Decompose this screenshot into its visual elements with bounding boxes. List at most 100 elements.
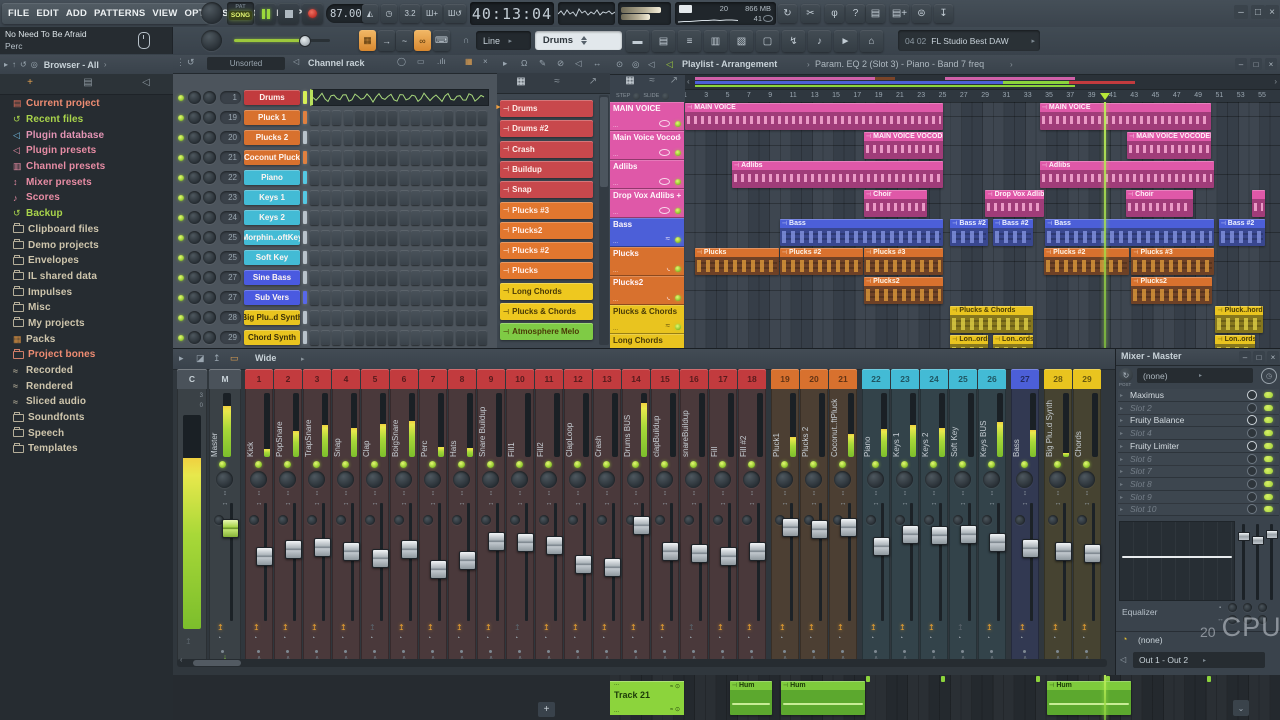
step-cell[interactable]: [478, 170, 487, 185]
strip-stereo-knob[interactable]: [307, 515, 317, 525]
step-cell[interactable]: [332, 150, 342, 165]
strip-clock-icon[interactable]: ◔: [340, 635, 344, 642]
strip-pan-knob[interactable]: [424, 471, 441, 488]
mixer-strip-21-coconut-ftpluck[interactable]: 21Coconut..ftPluck↕↔↥◔∧: [829, 369, 857, 664]
slot-mix-knob[interactable]: [1247, 390, 1257, 400]
step-cell[interactable]: [410, 150, 420, 165]
strip-fader[interactable]: [285, 540, 302, 560]
sidechain-dropdown[interactable]: (none) ▸: [1137, 368, 1253, 383]
strip-fader[interactable]: [691, 543, 708, 563]
playlist-grid[interactable]: ⊣MAIN VOICE⊣MAIN VOICE⊣MAIN VOICE VOCODE…: [685, 102, 1280, 348]
mixer-strip-5-clap[interactable]: 5Clap↕↔↥◔∧: [361, 369, 389, 664]
step-cell[interactable]: [343, 210, 353, 225]
step-cell[interactable]: [410, 270, 420, 285]
timeline-bar-label[interactable]: 53: [1237, 92, 1245, 99]
step-cell[interactable]: [310, 270, 319, 285]
strip-led[interactable]: [400, 461, 407, 468]
mixer-current-strip[interactable]: C 3 0 ↥: [177, 369, 207, 664]
pattern-plucks-chords[interactable]: ⊣ Plucks & Chords: [500, 303, 593, 320]
step-cell[interactable]: [444, 290, 454, 305]
slider-handle[interactable]: [1266, 530, 1278, 539]
step-cell[interactable]: [310, 210, 319, 225]
step-cell[interactable]: [410, 330, 420, 345]
step-cell[interactable]: [388, 170, 398, 185]
step-cell[interactable]: [343, 310, 353, 325]
latency-clock-icon[interactable]: ◷: [1261, 368, 1277, 384]
timeline-bar-label[interactable]: 37: [1066, 92, 1074, 99]
add-tab-icon[interactable]: +: [10, 77, 50, 88]
channel-button-keys-2[interactable]: Keys 2: [244, 210, 300, 225]
mixer-strip-15-clapbuildup[interactable]: 15clapBuildup↕↔↥◔∧: [651, 369, 679, 664]
strip-pan-knob[interactable]: [805, 471, 822, 488]
strip-stereo-knob[interactable]: [510, 515, 520, 525]
link-icon[interactable]: ∞: [414, 30, 431, 51]
eq-band-knob[interactable]: [1243, 615, 1252, 624]
channel-volume-knob[interactable]: [203, 291, 216, 304]
strip-clock-icon[interactable]: ◔: [1052, 635, 1056, 642]
strip-pan-knob[interactable]: [395, 471, 412, 488]
mixer-strip-2-popsnare[interactable]: 2PopSnare↕↔↥◔∧: [274, 369, 302, 664]
step-cell[interactable]: [399, 290, 409, 305]
strip-stereo-knob[interactable]: [481, 515, 491, 525]
mixer-strip-29-chords[interactable]: 29Chords↕↔↥◔∧: [1073, 369, 1101, 664]
step-cell[interactable]: [455, 250, 465, 265]
strip-led[interactable]: [1021, 461, 1028, 468]
step-cell[interactable]: [366, 170, 375, 185]
step-cell[interactable]: [478, 290, 487, 305]
browser-item-misc[interactable]: Misc: [0, 300, 173, 316]
mixer-layout-mode[interactable]: Wide: [255, 353, 276, 363]
timeline-bar-label[interactable]: 25: [939, 92, 947, 99]
record-button[interactable]: [302, 3, 323, 24]
strip-lamp[interactable]: ↥: [808, 623, 815, 632]
step-cell[interactable]: [354, 310, 364, 325]
playlist-track-header-plucks[interactable]: Plucks... ◟: [610, 247, 684, 276]
step-cell[interactable]: [377, 330, 387, 345]
playlist-clip-main-voice-vocoder[interactable]: ⊣MAIN VOICE VOCODER: [1126, 132, 1212, 159]
track-mute-led[interactable]: [675, 324, 681, 330]
strip-stereo-knob[interactable]: [423, 515, 433, 525]
strip-led[interactable]: [516, 461, 523, 468]
mixer-strip-18-fill-2[interactable]: 18Fill #2↕↔↥◔∧: [738, 369, 766, 664]
strip-fader[interactable]: [662, 542, 679, 562]
close-button[interactable]: ×: [1265, 5, 1279, 19]
menu-arrow-icon[interactable]: ▸: [179, 353, 184, 364]
channel-enable-led[interactable]: [178, 295, 184, 301]
step-cell[interactable]: [410, 110, 420, 125]
strip-led[interactable]: [1083, 461, 1090, 468]
strip-clock-icon[interactable]: ◔: [837, 635, 841, 642]
step-cell[interactable]: [433, 210, 443, 225]
layout-icon[interactable]: ▭: [230, 353, 239, 364]
strip-pan-knob[interactable]: [685, 471, 702, 488]
pattern-plucks[interactable]: ⊣ Plucks: [500, 262, 593, 280]
browser-item-plugin-database[interactable]: ◁ Plugin database: [0, 127, 173, 143]
plugin-picker-button[interactable]: ▢: [756, 30, 779, 52]
step-cell[interactable]: [310, 290, 319, 305]
playlist-clip-adlibs[interactable]: ⊣ Adlibs: [1039, 161, 1215, 188]
strip-led[interactable]: [1054, 461, 1061, 468]
channel-pan-knob[interactable]: [188, 111, 201, 124]
strip-lamp[interactable]: ↥: [340, 623, 347, 632]
strip-lamp[interactable]: ↥: [928, 623, 935, 632]
detach-icon[interactable]: ◪: [196, 353, 205, 364]
menu-arrow-icon[interactable]: ▸: [503, 58, 507, 69]
mixer-strip-6-boigsnare[interactable]: 6BoigSnare↕↔↥◔∧: [390, 369, 418, 664]
channel-mixer-track-number[interactable]: 27: [220, 291, 241, 304]
playlist-clip-bass-2[interactable]: ⊣ Bass #2: [950, 219, 988, 246]
step-cell[interactable]: [388, 230, 398, 245]
strip-lamp[interactable]: ↥: [837, 623, 844, 632]
step-cell[interactable]: [478, 190, 487, 205]
channel-mixer-track-number[interactable]: 24: [220, 211, 241, 224]
step-cell[interactable]: [422, 190, 431, 205]
playlist-clip-lon-ords[interactable]: ⊣Lon..ords: [950, 335, 988, 348]
slot-mix-knob[interactable]: [1247, 491, 1257, 502]
strip-clock-icon[interactable]: ◔: [808, 635, 812, 642]
step-cell[interactable]: [321, 130, 331, 145]
step-knob[interactable]: [633, 92, 641, 100]
strip-clock-icon[interactable]: ◔: [217, 635, 221, 642]
mixer-strip-14-drums-bus[interactable]: 14Drums BUS↕↔↥◔∧: [622, 369, 650, 664]
strip-clock-icon[interactable]: ◔: [543, 635, 547, 642]
step-cell[interactable]: [422, 310, 431, 325]
insert-none-row[interactable]: ◔ (none): [1116, 631, 1280, 648]
step-cell[interactable]: [366, 210, 375, 225]
pattern-down-icon[interactable]: [581, 41, 587, 45]
